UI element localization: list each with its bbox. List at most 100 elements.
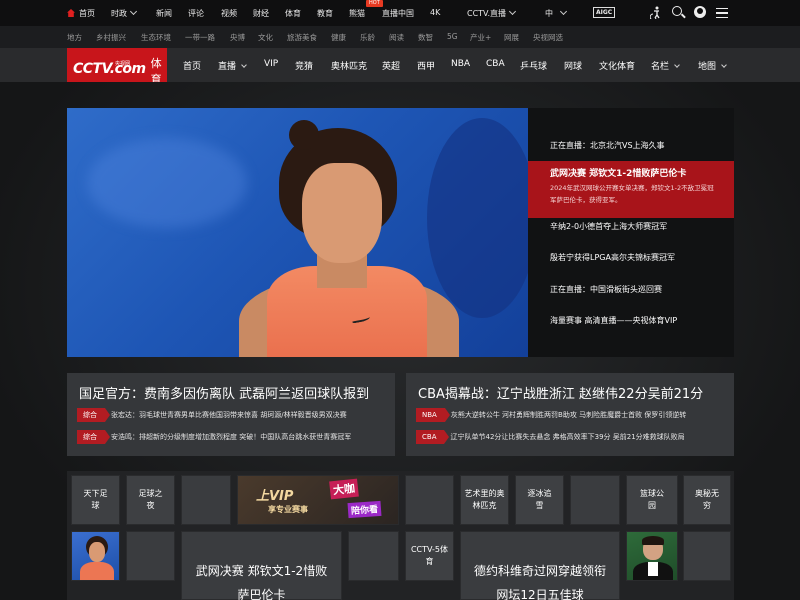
top-nav-home-label: 首页 xyxy=(79,9,95,18)
tile-blank[interactable] xyxy=(181,475,231,525)
top-nav-home[interactable]: 首页 xyxy=(67,8,95,19)
sub-nav-item[interactable]: 央博 xyxy=(230,32,245,43)
tile-basketball-park[interactable]: 篮球公园 xyxy=(626,475,678,525)
tile-label: 足球之夜 xyxy=(138,489,163,510)
tile-football-night[interactable]: 足球之夜 xyxy=(126,475,175,525)
news-row[interactable]: CBA 辽宁队单节42分让比赛失去悬念 弗格高效率下39分 吴前21分难救球队败局 xyxy=(416,430,685,444)
vip-badge-2: 陪你看 xyxy=(347,500,382,519)
news-card-left: 国足官方：费南多因伤离队 武磊阿兰返回球队报到 综合 张宏达：羽毛球世青赛男单比赛… xyxy=(67,373,395,456)
vip-banner[interactable]: 上VIP 享专业赛事 大咖 陪你看 xyxy=(237,475,399,525)
vip-badge-1: 大咖 xyxy=(329,478,359,500)
sub-nav-item[interactable]: 网展 xyxy=(504,32,519,43)
news-row[interactable]: 综合 张宏达：羽毛球世青赛男单比赛他国羽带来惊喜 胡珂源/林祥毅晋级男双决赛 xyxy=(77,408,347,422)
news-row-text: 灰熊大逆转公牛 河村勇辉制胜两罚B助攻 马刺险胜魔爵士首败 保罗引领逆转 xyxy=(450,411,687,419)
sub-nav-item[interactable]: 央视网选 xyxy=(533,32,563,43)
main-nav-cba[interactable]: CBA xyxy=(486,59,505,69)
top-nav-opinion[interactable]: 评论 xyxy=(188,8,204,19)
top-nav-live-china[interactable]: 直播中国 xyxy=(382,8,414,19)
sub-nav-item[interactable]: 文化 xyxy=(258,32,273,43)
hero-active-title: 武网决赛 郑钦文1-2惜败萨巴伦卡 xyxy=(550,169,687,179)
main-nav-bar: CCTV.com 央视网 体育 首页 直播 VIP 竞猜 奥林匹克 英超 西甲 … xyxy=(0,48,800,90)
hero-list-item[interactable]: 正在直播：中国滑板街头巡回赛 xyxy=(550,284,662,295)
aigc-badge[interactable]: AIGC xyxy=(593,7,616,18)
main-nav-map[interactable]: 地图 xyxy=(698,59,727,72)
main-nav-culture-sports[interactable]: 文化体育 xyxy=(599,59,635,72)
news-row-text: 辽宁队单节42分让比赛失去悬念 弗格高效率下39分 吴前21分难救球队败局 xyxy=(450,433,685,441)
hero-list-item[interactable]: 殷若宁获得LPGA高尔夫锦标赛冠军 xyxy=(550,252,675,263)
hero-list-item[interactable]: 正在直播：北京北汽VS上海久事 xyxy=(550,140,665,151)
hero-list-item-active[interactable]: 武网决赛 郑钦文1-2惜败萨巴伦卡 2024年武汉网球公开赛女单决赛，郑钦文1-… xyxy=(528,161,734,218)
main-nav-quiz[interactable]: 竞猜 xyxy=(295,59,313,72)
main-nav-columns-label: 名栏 xyxy=(651,62,670,72)
menu-icon[interactable] xyxy=(716,7,729,20)
main-nav-la-liga[interactable]: 西甲 xyxy=(417,59,435,72)
sub-nav-item[interactable]: 生态环境 xyxy=(141,32,171,43)
hero-list-item[interactable]: 海量赛事 高清直播——央视体育VIP xyxy=(550,315,677,326)
top-nav-4k[interactable]: 4K xyxy=(430,8,440,17)
main-nav-nba[interactable]: NBA xyxy=(451,59,470,69)
news-card-right: CBA揭幕战：辽宁战胜浙江 赵继伟22分吴前21分 NBA 灰熊大逆转公牛 河村勇… xyxy=(406,373,734,456)
sub-nav-item[interactable]: 5G xyxy=(447,32,458,41)
tile-chasing-ice[interactable]: 逐冰追雪 xyxy=(515,475,564,525)
hero-headline-list: 正在直播：北京北汽VS上海久事 武网决赛 郑钦文1-2惜败萨巴伦卡 2024年武… xyxy=(528,108,734,357)
tile-cctv5[interactable]: CCTV-5体育 xyxy=(405,531,454,581)
tile-blank[interactable] xyxy=(126,531,175,581)
top-nav-sports[interactable]: 体育 xyxy=(285,8,301,19)
vip-subtitle: 享专业赛事 xyxy=(268,505,308,514)
tile-label: 篮球公园 xyxy=(640,489,664,510)
news-row-text: 张宏达：羽毛球世青赛男单比赛他国羽带来惊喜 胡珂源/林祥毅晋级男双决赛 xyxy=(111,411,347,419)
sub-nav-item[interactable]: 阅读 xyxy=(389,32,404,43)
user-icon[interactable] xyxy=(694,6,707,19)
main-nav-live-label: 直播 xyxy=(218,62,237,72)
sub-nav-item[interactable]: 乡村振兴 xyxy=(96,32,126,43)
tile-blank[interactable] xyxy=(348,531,399,581)
top-nav-politics-label: 时政 xyxy=(111,9,127,18)
main-nav-premier-league[interactable]: 英超 xyxy=(382,59,400,72)
accessibility-icon[interactable] xyxy=(649,6,663,21)
player-thumbnail[interactable] xyxy=(71,531,120,581)
video-card-title-line2: 萨巴伦卡 xyxy=(237,588,286,600)
sub-nav-item[interactable]: 乐龄 xyxy=(360,32,375,43)
hero-image[interactable] xyxy=(67,108,528,357)
tile-blank[interactable] xyxy=(405,475,454,525)
top-nav-politics[interactable]: 时政 xyxy=(111,7,138,19)
top-nav-education[interactable]: 教育 xyxy=(317,8,333,19)
language-select[interactable]: 中 xyxy=(545,7,568,19)
main-nav-vip[interactable]: VIP xyxy=(264,59,278,69)
news-card-title[interactable]: 国足官方：费南多因伤离队 武磊阿兰返回球队报到 xyxy=(79,383,369,402)
home-icon xyxy=(67,9,75,17)
tile-olympic-art[interactable]: 艺术里的奥林匹克 xyxy=(460,475,509,525)
top-nav-video[interactable]: 视频 xyxy=(221,8,237,19)
search-icon[interactable] xyxy=(672,6,686,19)
sub-nav-item[interactable]: 健康 xyxy=(331,32,346,43)
main-nav-home[interactable]: 首页 xyxy=(183,59,201,72)
tile-mystery[interactable]: 奥秘无穷 xyxy=(683,475,731,525)
sub-nav-item[interactable]: 地方 xyxy=(67,32,82,43)
news-row[interactable]: 综合 安浩鸣：排超新的分级制度增加激烈程度 突破！中国队高台跳水获世青赛冠军 xyxy=(77,430,351,444)
sub-nav-item[interactable]: 一带一路 xyxy=(185,32,215,43)
chevron-down-icon xyxy=(559,7,568,16)
top-nav-news[interactable]: 新闻 xyxy=(156,8,172,19)
news-card-title[interactable]: CBA揭幕战：辽宁战胜浙江 赵继伟22分吴前21分 xyxy=(418,383,703,402)
snooker-player-thumbnail[interactable] xyxy=(626,531,678,581)
top-nav-panda[interactable]: 熊猫 xyxy=(349,8,365,19)
main-nav-table-tennis[interactable]: 乒乓球 xyxy=(520,59,547,72)
tile-blank[interactable] xyxy=(683,531,731,581)
video-card-right[interactable]: 德约科维奇过网穿越领衔 网坛12日五佳球 xyxy=(460,531,620,600)
main-nav-live[interactable]: 直播 xyxy=(218,59,247,72)
hero-list-item[interactable]: 辛纳2-0小德首夺上海大师赛冠军 xyxy=(550,221,667,232)
chevron-down-icon xyxy=(129,7,138,16)
main-nav-olympics[interactable]: 奥林匹克 xyxy=(331,59,367,72)
tile-world-football[interactable]: 天下足球 xyxy=(71,475,120,525)
tile-blank[interactable] xyxy=(570,475,620,525)
sub-nav-item[interactable]: 旅游美食 xyxy=(287,32,317,43)
news-row[interactable]: NBA 灰熊大逆转公牛 河村勇辉制胜两罚B助攻 马刺险胜魔爵士首败 保罗引领逆转 xyxy=(416,408,686,422)
main-nav-columns[interactable]: 名栏 xyxy=(651,59,680,72)
sub-nav-item[interactable]: 数智 xyxy=(418,32,433,43)
video-card-left[interactable]: 武网决赛 郑钦文1-2惜败 萨巴伦卡 xyxy=(181,531,342,600)
top-nav-finance[interactable]: 财经 xyxy=(253,8,269,19)
sub-nav-item[interactable]: 产业+ xyxy=(470,32,491,43)
tile-label: CCTV-5体育 xyxy=(410,545,449,566)
main-nav-tennis[interactable]: 网球 xyxy=(564,59,582,72)
live-select[interactable]: CCTV.直播 xyxy=(467,7,517,19)
